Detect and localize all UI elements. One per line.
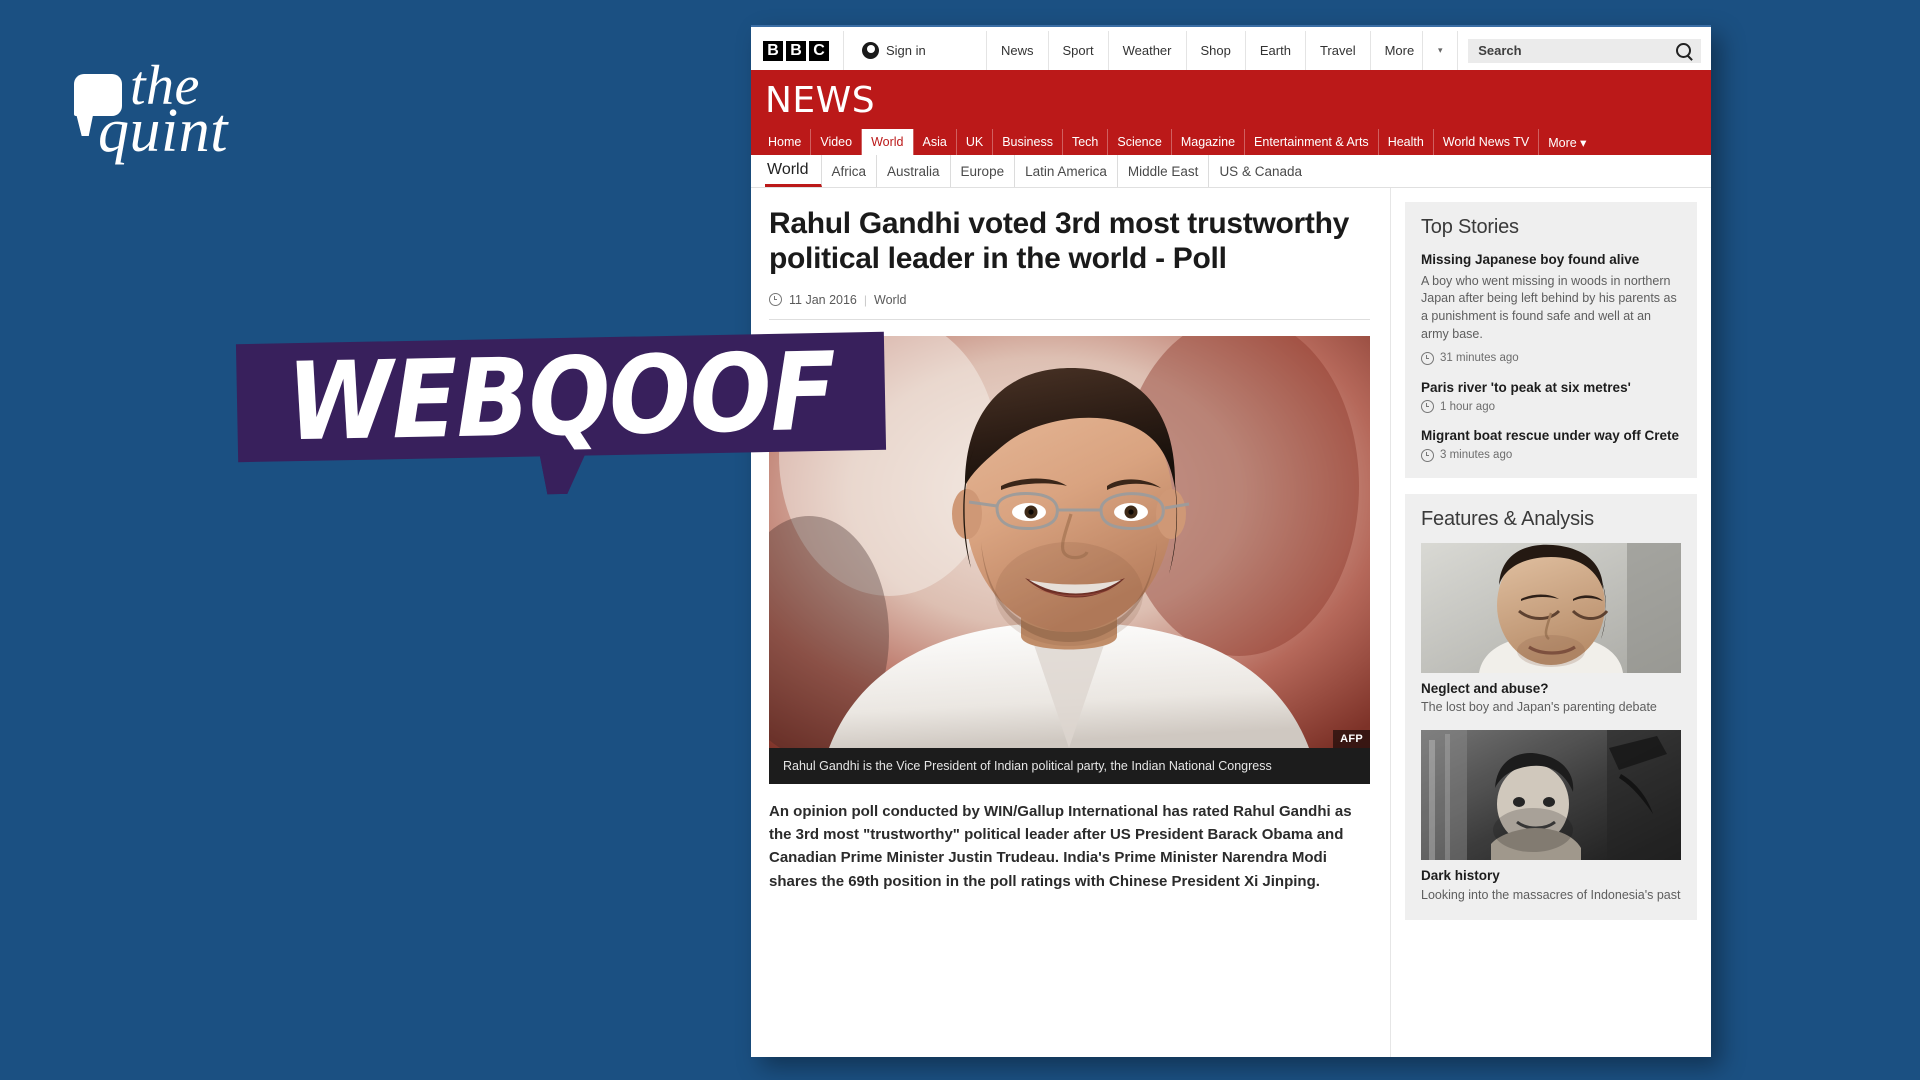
top-story-item[interactable]: Paris river 'to peak at six metres' 1 ho… (1421, 379, 1681, 414)
news-section-nav: Home Video World Asia UK Business Tech S… (751, 129, 1711, 155)
man-with-closed-eyes-image (1421, 542, 1681, 673)
search-placeholder: Search (1478, 43, 1522, 58)
historical-black-and-white-photo-image (1421, 730, 1681, 861)
world-sub-nav: World Africa Australia Europe Latin Amer… (751, 155, 1711, 188)
top-story-time-label: 1 hour ago (1440, 400, 1495, 413)
bbc-logo-letter-2: B (786, 40, 806, 61)
section-nav-item-magazine[interactable]: Magazine (1172, 129, 1246, 155)
clock-icon (1421, 400, 1434, 414)
photo-credit: AFP (1333, 729, 1370, 748)
search-input[interactable]: Search (1468, 38, 1701, 63)
search-area: Search (1458, 31, 1711, 70)
webqoof-watermark: WEBQOOF (235, 329, 887, 495)
sub-nav-item-us-canada[interactable]: US & Canada (1209, 155, 1312, 187)
section-nav-item-more[interactable]: More ▾ (1539, 129, 1595, 155)
section-nav-item-health[interactable]: Health (1379, 129, 1434, 155)
top-story-timestamp: 3 minutes ago (1421, 448, 1681, 462)
feature-title: Neglect and abuse? (1421, 680, 1549, 696)
section-nav-item-video[interactable]: Video (811, 129, 863, 155)
feature-thumbnail (1421, 542, 1681, 673)
global-nav: News Sport Weather Shop Earth Travel Mor… (987, 31, 1459, 70)
speech-bubble-tail-icon (539, 453, 594, 495)
global-nav-item-shop[interactable]: Shop (1187, 31, 1246, 70)
feature-title: Dark history (1421, 868, 1500, 884)
bbc-news-screenshot: B B C Sign in News Sport Weather Shop Ea… (751, 25, 1711, 1057)
chevron-down-icon[interactable]: ▾ (1423, 31, 1459, 70)
section-nav-item-tech[interactable]: Tech (1063, 129, 1109, 155)
article-headline: Rahul Gandhi voted 3rd most trustworthy … (769, 207, 1350, 276)
global-nav-item-news[interactable]: News (987, 31, 1049, 70)
article-byline: 11 Jan 2016 | World (769, 293, 1370, 320)
section-nav-item-asia[interactable]: Asia (914, 129, 957, 155)
clock-icon (1421, 448, 1434, 462)
news-masthead-label: NEWS (765, 80, 876, 121)
feature-subtitle: Looking into the massacres of Indonesia'… (1421, 887, 1681, 902)
the-quint-logo: the quint (72, 58, 262, 168)
news-masthead[interactable]: NEWS (751, 73, 1711, 129)
sign-in-button[interactable]: Sign in (844, 31, 987, 70)
sub-nav-item-latin-america[interactable]: Latin America (1015, 155, 1118, 187)
top-story-item[interactable]: Migrant boat rescue under way off Crete … (1421, 427, 1681, 462)
features-analysis-panel: Features & Analysis Neglect and abuse? T… (1405, 493, 1697, 921)
article-intro-paragraph: An opinion poll conducted by WIN/Gallup … (769, 802, 1352, 890)
top-story-summary: A boy who went missing in woods in north… (1421, 273, 1677, 341)
global-nav-item-earth[interactable]: Earth (1246, 31, 1306, 70)
top-story-headline: Paris river 'to peak at six metres' (1421, 379, 1631, 395)
section-nav-item-uk[interactable]: UK (957, 129, 994, 155)
sign-in-label: Sign in (886, 43, 926, 58)
bbc-logo-letter-3: C (809, 40, 829, 61)
section-nav-item-home[interactable]: Home (759, 129, 812, 155)
article-date: 11 Jan 2016 (789, 292, 857, 307)
feature-subtitle: The lost boy and Japan's parenting debat… (1421, 700, 1657, 715)
features-analysis-title: Features & Analysis (1421, 507, 1594, 530)
clock-icon (1421, 351, 1434, 365)
section-nav-item-business[interactable]: Business (993, 129, 1063, 155)
photo-caption: Rahul Gandhi is the Vice President of In… (769, 747, 1370, 784)
webqoof-label: WEBQOOF (285, 329, 837, 465)
byline-separator: | (863, 292, 868, 307)
global-nav-item-weather[interactable]: Weather (1109, 31, 1187, 70)
sidebar-column: Top Stories Missing Japanese boy found a… (1391, 188, 1711, 1057)
feature-item[interactable]: Neglect and abuse? The lost boy and Japa… (1421, 542, 1681, 717)
section-nav-item-entertainment-arts[interactable]: Entertainment & Arts (1245, 129, 1379, 155)
top-story-headline: Migrant boat rescue under way off Crete (1421, 428, 1680, 444)
sub-nav-item-africa[interactable]: Africa (822, 155, 878, 187)
article-section-label[interactable]: World (874, 293, 906, 307)
global-nav-item-sport[interactable]: Sport (1049, 31, 1109, 70)
clock-icon (769, 293, 782, 307)
page-body: Rahul Gandhi voted 3rd most trustworthy … (751, 188, 1711, 1057)
top-story-time-label: 3 minutes ago (1440, 449, 1513, 462)
bbc-logo[interactable]: B B C (751, 31, 844, 70)
search-icon[interactable] (1676, 43, 1691, 58)
sub-nav-item-world[interactable]: World (765, 155, 822, 187)
feature-item[interactable]: Dark history Looking into the massacres … (1421, 730, 1681, 904)
top-story-item[interactable]: Missing Japanese boy found alive A boy w… (1421, 251, 1681, 365)
top-stories-title: Top Stories (1421, 216, 1519, 238)
feature-thumbnail (1421, 730, 1681, 861)
bbc-global-header: B B C Sign in News Sport Weather Shop Ea… (751, 31, 1711, 73)
top-stories-panel: Top Stories Missing Japanese boy found a… (1405, 202, 1697, 478)
top-story-timestamp: 1 hour ago (1421, 400, 1681, 414)
sub-nav-item-europe[interactable]: Europe (951, 155, 1016, 187)
sub-nav-item-australia[interactable]: Australia (877, 155, 951, 187)
account-avatar-icon (862, 42, 879, 59)
section-nav-item-world-news-tv[interactable]: World News TV (1434, 129, 1540, 155)
top-story-headline: Missing Japanese boy found alive (1421, 252, 1640, 267)
global-nav-item-more[interactable]: More (1371, 31, 1424, 70)
global-nav-item-travel[interactable]: Travel (1306, 31, 1371, 70)
sub-nav-item-middle-east[interactable]: Middle East (1118, 155, 1210, 187)
bbc-logo-letter-1: B (763, 40, 783, 61)
section-nav-item-science[interactable]: Science (1108, 129, 1172, 155)
top-story-timestamp: 31 minutes ago (1421, 351, 1681, 365)
article-column: Rahul Gandhi voted 3rd most trustworthy … (751, 188, 1391, 1057)
brand-name-line2: quint (98, 97, 228, 165)
top-story-time-label: 31 minutes ago (1440, 352, 1519, 365)
section-nav-item-world[interactable]: World (862, 129, 914, 155)
